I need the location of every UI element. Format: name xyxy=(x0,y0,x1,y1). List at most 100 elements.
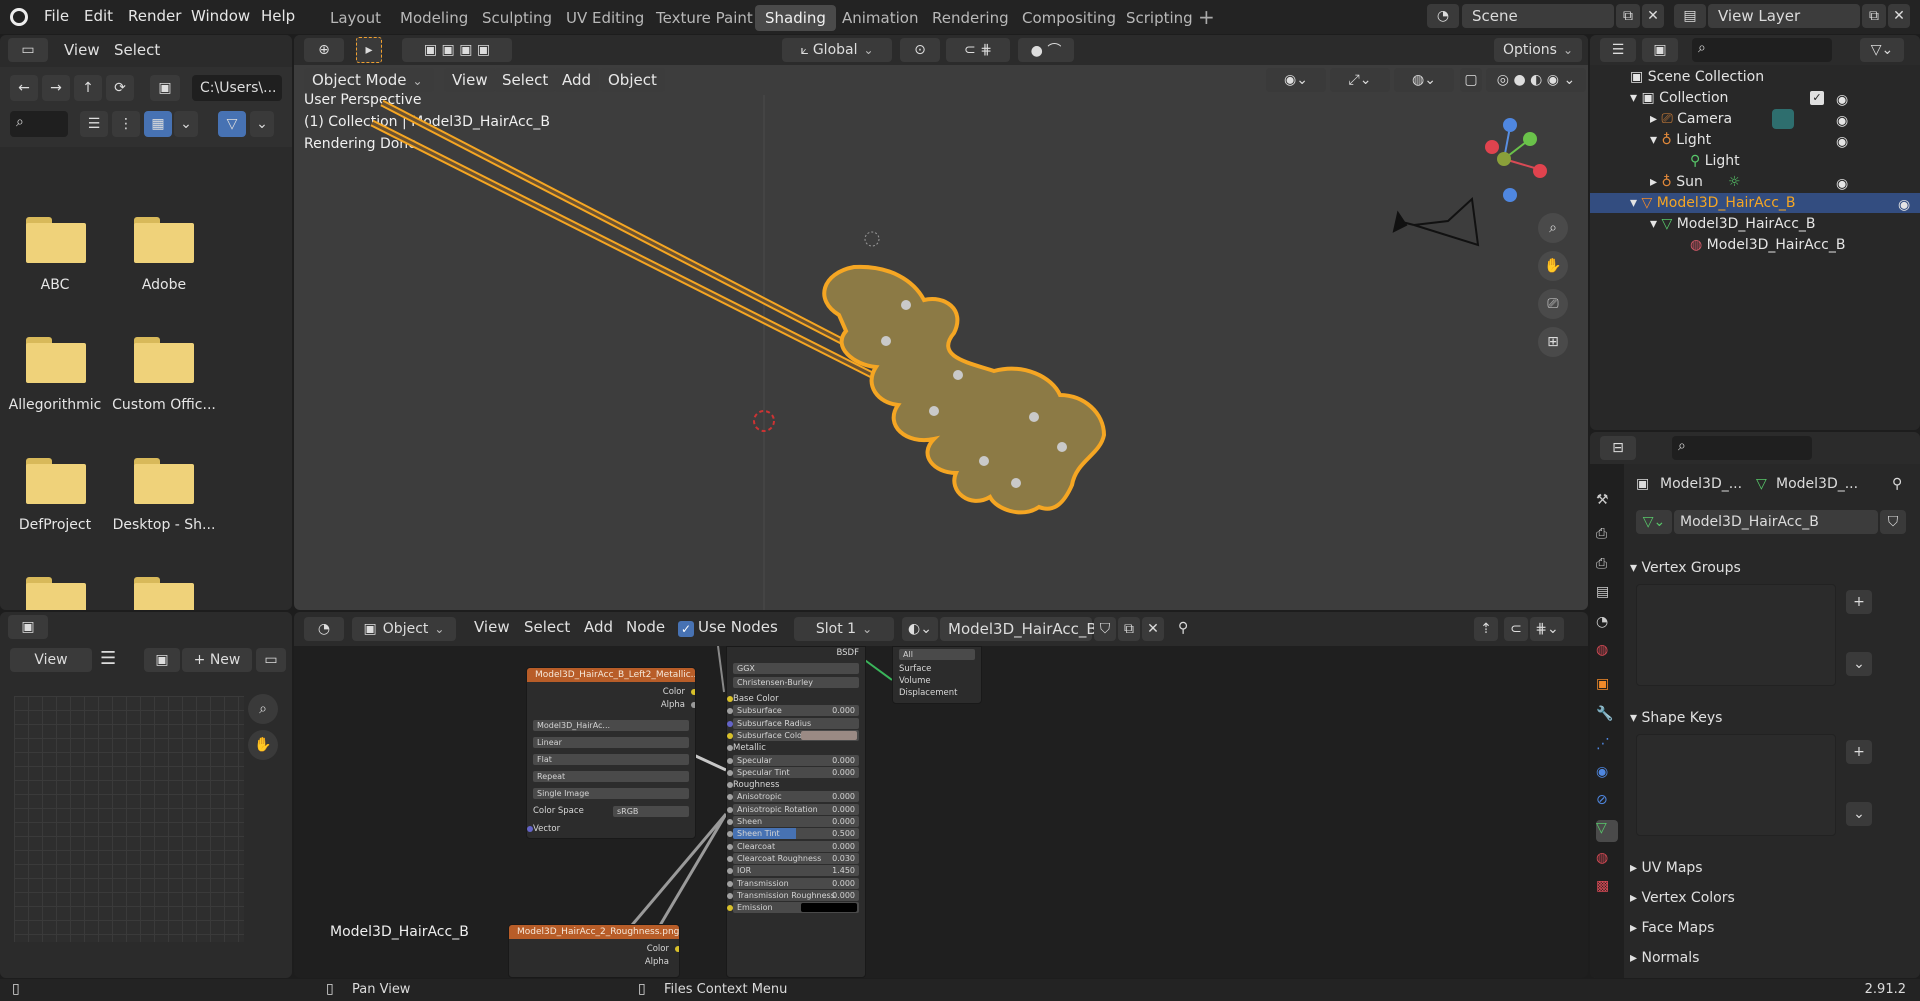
camera-view-icon[interactable]: ⎚ xyxy=(1538,289,1568,319)
folder-label[interactable]: Adobe xyxy=(109,277,219,293)
zoom-icon[interactable]: ⌕ xyxy=(1538,213,1568,243)
fb-select-menu[interactable]: Select xyxy=(114,41,160,59)
tab-rendering[interactable]: Rendering xyxy=(922,5,1019,31)
fake-user-icon[interactable]: ⛉ xyxy=(1094,617,1116,641)
pan-hand-icon[interactable]: ✋ xyxy=(1538,251,1568,281)
bsdf-input-row[interactable]: Subsurface 0.000 xyxy=(727,705,859,717)
exclude-checkbox[interactable]: ✓ xyxy=(1810,91,1824,105)
world-tab-icon[interactable]: ◍ xyxy=(1596,642,1618,664)
bsdf-input-socket[interactable] xyxy=(727,720,733,727)
bsdf-input-socket[interactable] xyxy=(727,757,733,764)
vg-specials-icon[interactable]: ⌄ xyxy=(1846,652,1872,676)
menu-render[interactable]: Render xyxy=(128,7,181,25)
horizontal-list-icon[interactable]: ⋮ xyxy=(112,111,140,137)
path-field[interactable]: C:\Users\... xyxy=(192,75,282,101)
camera-data-icon[interactable] xyxy=(1772,109,1794,129)
panel-vertex-groups[interactable]: ▾ Vertex Groups xyxy=(1630,560,1850,576)
gizmo-icon[interactable]: ⤢⌄ xyxy=(1330,68,1390,92)
mesh-data-tab-icon[interactable]: ▽ xyxy=(1596,820,1618,842)
bsdf-input-row[interactable]: Transmission 0.000 xyxy=(727,877,859,889)
new-view-layer-icon[interactable]: ⧉ xyxy=(1862,4,1886,28)
socket-vector[interactable] xyxy=(527,826,533,832)
menu-window[interactable]: Window xyxy=(191,7,250,25)
new-folder-icon[interactable]: ▣ xyxy=(150,75,180,101)
material-output-node[interactable]: All Surface Volume Displacement xyxy=(892,646,982,704)
add-vertex-group-icon[interactable]: + xyxy=(1846,590,1872,614)
bsdf-input-socket[interactable] xyxy=(727,905,733,912)
editor-type-icon[interactable]: ⊟ xyxy=(1600,436,1636,460)
menu-edit[interactable]: Edit xyxy=(84,7,113,25)
distribution-dropdown[interactable]: GGX xyxy=(733,663,859,674)
bsdf-input-row[interactable]: Sheen 0.000 xyxy=(727,816,859,827)
select-box-icon[interactable]: ▸ xyxy=(356,37,382,63)
material-browse-icon[interactable]: ◐⌄ xyxy=(902,617,938,641)
fb-view-menu[interactable]: View xyxy=(64,41,100,59)
extension-dropdown[interactable]: Repeat xyxy=(533,771,689,782)
unlink-material-icon[interactable]: ✕ xyxy=(1142,617,1164,641)
eye-icon[interactable]: ◉ xyxy=(1836,111,1850,129)
sun-data-icon[interactable]: ☼ xyxy=(1728,172,1741,192)
back-icon[interactable]: ← xyxy=(10,75,38,101)
outliner-search-input[interactable]: ⌕ xyxy=(1692,38,1832,62)
mesh-name-field[interactable]: Model3D_HairAcc_B xyxy=(1674,510,1878,534)
tree-row[interactable]: ▾ ♁ Light ◉ xyxy=(1590,130,1858,150)
blender-logo-icon[interactable] xyxy=(10,8,28,26)
mesh-browse-icon[interactable]: ▽⌄ xyxy=(1636,510,1672,534)
bsdf-input-socket[interactable] xyxy=(727,769,733,776)
shape-keys-list[interactable] xyxy=(1636,734,1836,836)
editor-type-icon[interactable]: ▭ xyxy=(8,38,48,62)
folder-icon[interactable] xyxy=(26,458,86,504)
folder-shortcut-icon[interactable] xyxy=(134,458,194,504)
filter-icon[interactable]: ▽⌄ xyxy=(1860,38,1904,62)
menu-file[interactable]: File xyxy=(44,7,69,25)
view-layer-field[interactable]: View Layer xyxy=(1708,4,1860,28)
material-name-field[interactable]: Model3D_HairAcc_B xyxy=(940,617,1097,641)
tab-animation[interactable]: Animation xyxy=(832,5,928,31)
tab-uv-editing[interactable]: UV Editing xyxy=(556,5,654,31)
projection-dropdown[interactable]: Flat xyxy=(533,754,689,765)
tree-row[interactable]: ▸ ⎚ Camera ◉ xyxy=(1590,109,1858,129)
tree-row[interactable]: ⚲ Light xyxy=(1590,151,1858,171)
pan-hand-icon[interactable]: ✋ xyxy=(248,730,278,760)
fake-user-icon[interactable]: ⛉ xyxy=(1880,510,1906,534)
view-layer-tab-icon[interactable]: ▤ xyxy=(1596,584,1618,606)
tree-row[interactable]: ▣ Scene Collection xyxy=(1590,67,1858,87)
slot-dropdown[interactable]: Slot 1 xyxy=(794,617,894,641)
fb-search-input[interactable]: ⌕ xyxy=(10,111,68,137)
bsdf-input-socket[interactable] xyxy=(727,806,733,813)
bsdf-input-row[interactable]: Clearcoat 0.000 xyxy=(727,840,859,852)
principled-bsdf-node[interactable]: BSDF GGX Christensen-Burley Base Color Su… xyxy=(726,646,866,978)
eye-icon[interactable]: ◉ xyxy=(1836,174,1850,192)
bsdf-input-socket[interactable] xyxy=(727,880,733,887)
tab-sculpting[interactable]: Sculpting xyxy=(472,5,562,31)
eye-icon[interactable]: ◉ xyxy=(1836,90,1850,108)
breadcrumb-object[interactable]: Model3D_... xyxy=(1660,476,1742,492)
use-nodes-checkbox[interactable]: ✓ xyxy=(678,621,694,637)
sk-specials-icon[interactable]: ⌄ xyxy=(1846,802,1872,826)
tree-row[interactable]: ▸ ♁ Sun ☼ ◉ xyxy=(1590,172,1858,192)
editor-type-icon[interactable]: ⊕ xyxy=(304,38,344,62)
zoom-icon[interactable]: ⌕ xyxy=(248,694,278,724)
pin-icon[interactable]: ⚲ xyxy=(1892,476,1902,492)
folder-icon[interactable] xyxy=(26,577,86,610)
panel-face-maps[interactable]: ▸ Face Maps xyxy=(1630,920,1850,936)
bsdf-input-row[interactable]: Subsurface Color xyxy=(727,729,859,741)
tree-row[interactable]: ▾ ▣ Collection ✓ ◉ xyxy=(1590,88,1858,108)
folder-label[interactable]: Allegorithmic xyxy=(0,397,110,413)
scene-name-field[interactable]: Scene xyxy=(1462,4,1614,28)
image-texture-node-metallic[interactable]: Model3D_HairAcc_B_Left2_Metallic... Colo… xyxy=(526,667,696,839)
ne-menu-select[interactable]: Select xyxy=(524,618,570,636)
ne-snap-icon[interactable]: ⊂ xyxy=(1504,617,1528,641)
tab-texture-paint[interactable]: Texture Paint xyxy=(646,5,763,31)
add-shape-key-icon[interactable]: + xyxy=(1846,740,1872,764)
transform-orientation-dropdown[interactable]: ⟀ Global xyxy=(782,38,892,62)
scene-tab-icon[interactable]: ◔ xyxy=(1596,614,1618,636)
bsdf-input-row[interactable]: Anisotropic Rotation 0.000 xyxy=(727,803,859,815)
display-dropdown-icon[interactable]: ⌄ xyxy=(174,111,198,137)
bsdf-input-row[interactable]: Transmission Roughness 0.000 xyxy=(727,889,859,901)
navigation-gizmo[interactable] xyxy=(1462,109,1562,209)
vertical-list-icon[interactable]: ☰ xyxy=(80,111,108,137)
socket-alpha[interactable] xyxy=(691,702,695,708)
colorspace-dropdown[interactable]: sRGB xyxy=(613,806,689,817)
selection-mode-icons[interactable]: ▣ ▣ ▣ ▣ xyxy=(402,38,512,62)
